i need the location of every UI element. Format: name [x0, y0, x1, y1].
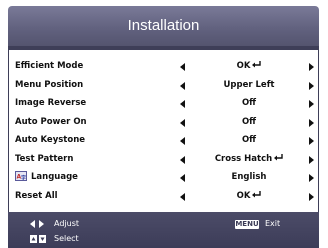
arrow-right-icon[interactable] — [309, 174, 314, 182]
menu-footer: Adjust Select MENU Exit — [8, 212, 319, 248]
menu-row-auto-power-on[interactable]: Auto Power On Off — [9, 114, 318, 133]
arrow-right-icon[interactable] — [309, 100, 314, 108]
arrow-left-icon[interactable] — [180, 174, 185, 182]
exit-hint: Exit — [265, 219, 281, 228]
menu-row-label: Auto Keystone — [15, 135, 86, 145]
menu-frame: Efficient Mode OK Menu Position Upper Le… — [8, 46, 319, 215]
arrow-right-icon[interactable] — [309, 192, 314, 201]
menu-row-image-reverse[interactable]: Image Reverse Off — [9, 95, 318, 114]
menu-row-auto-keystone[interactable]: Auto Keystone Off — [9, 132, 318, 151]
menu-header: Installation — [8, 6, 319, 46]
menu-row-value: Off — [241, 116, 257, 127]
menu-row-reset-all[interactable]: Reset All OK — [9, 188, 318, 207]
menu-title: Installation — [127, 17, 200, 34]
enter-arrow-icon — [252, 190, 262, 197]
arrow-left-icon[interactable] — [180, 155, 185, 164]
menu-row-value: Upper Left — [223, 79, 275, 90]
menu-rows: Efficient Mode OK Menu Position Upper Le… — [9, 58, 318, 206]
menu-row-value: Cross Hatch — [195, 153, 303, 164]
menu-row-value: English — [231, 172, 267, 182]
menu-row-value: OK — [195, 190, 303, 201]
menu-button-icon: MENU — [235, 220, 259, 229]
arrow-right-icon[interactable] — [309, 81, 314, 90]
menu-row-label: Test Pattern — [15, 153, 74, 164]
arrow-left-icon[interactable] — [180, 137, 185, 145]
arrow-right-icon[interactable] — [309, 155, 314, 164]
menu-row-label: A 字 Language — [15, 170, 78, 182]
language-icon: A字 — [15, 170, 27, 181]
arrow-right-icon[interactable] — [309, 137, 314, 145]
left-right-arrows-icon — [30, 220, 44, 228]
menu-row-test-pattern[interactable]: Test Pattern Cross Hatch — [9, 151, 318, 170]
menu-row-efficient-mode[interactable]: Efficient Mode OK — [9, 58, 318, 77]
arrow-right-icon[interactable] — [309, 118, 314, 127]
arrow-left-icon[interactable] — [180, 63, 185, 71]
arrow-left-icon[interactable] — [180, 192, 185, 201]
menu-row-label: Image Reverse — [15, 98, 87, 108]
svg-text:字: 字 — [21, 174, 26, 181]
arrow-left-icon[interactable] — [180, 81, 185, 90]
enter-arrow-icon — [252, 61, 262, 68]
select-hint: Select — [54, 234, 79, 243]
menu-row-value: Off — [241, 135, 257, 145]
arrow-left-icon[interactable] — [180, 118, 185, 127]
menu-row-value: Off — [241, 98, 257, 108]
enter-arrow-icon — [274, 153, 283, 160]
menu-row-menu-position[interactable]: Menu Position Upper Left — [9, 77, 318, 96]
arrow-right-icon[interactable] — [309, 63, 314, 71]
menu-row-label: Menu Position — [15, 79, 84, 90]
adjust-hint: Adjust — [54, 219, 80, 228]
up-down-buttons-icon — [30, 235, 46, 243]
menu-row-label: Auto Power On — [15, 116, 87, 127]
menu-row-language[interactable]: A 字 Language English — [9, 169, 318, 188]
arrow-left-icon[interactable] — [180, 100, 185, 108]
menu-row-value: OK — [195, 61, 303, 71]
menu-row-label: Efficient Mode — [15, 61, 84, 71]
menu-row-label: Reset All — [15, 190, 58, 201]
installation-osd-menu: Installation Efficient Mode OK Menu Posi… — [0, 0, 328, 248]
